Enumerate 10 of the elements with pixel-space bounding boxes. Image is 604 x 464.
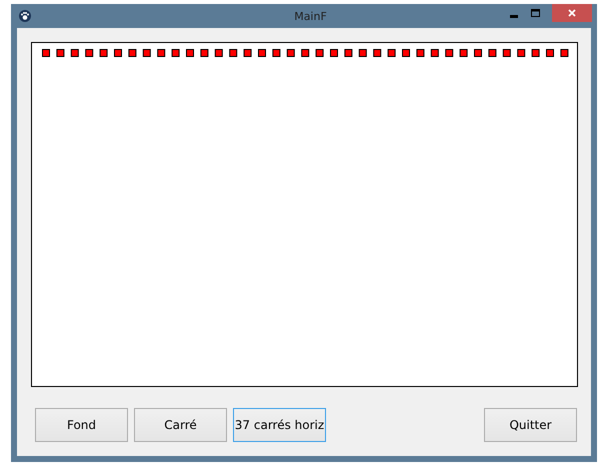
action-button[interactable]: Fond xyxy=(35,408,128,442)
close-icon xyxy=(568,9,576,17)
close-button[interactable] xyxy=(552,4,592,22)
action-button[interactable]: 37 carrés horiz xyxy=(233,408,326,442)
paw-icon xyxy=(19,10,31,22)
action-button[interactable]: Quitter xyxy=(484,408,577,442)
action-button[interactable]: Carré xyxy=(134,408,227,442)
minimize-icon[interactable] xyxy=(510,14,518,18)
window-title: MainF xyxy=(293,10,328,22)
maximize-icon[interactable] xyxy=(531,9,540,17)
